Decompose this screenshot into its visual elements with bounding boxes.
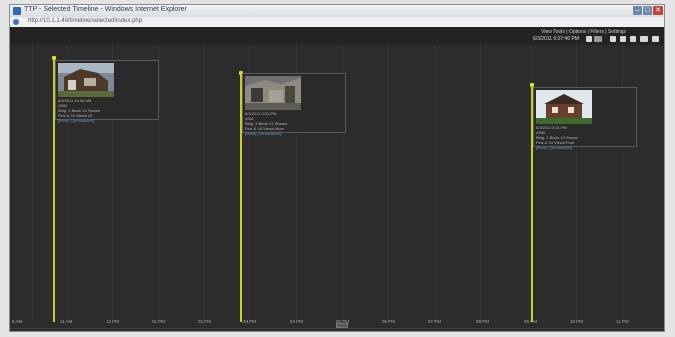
event-card[interactable]: 6/3/2011 8:11 PM 4968 Bldg. 2 Block 19 S… (533, 87, 637, 150)
back-icon[interactable] (13, 19, 19, 25)
close-button[interactable]: ✕ (653, 6, 663, 15)
event-thumbnail[interactable] (245, 76, 301, 110)
browser-window: TTP - Selected Timeline - Windows Intern… (9, 4, 665, 332)
forward-icon[interactable] (630, 36, 636, 42)
event-link[interactable]: [More] | [Annotation] (58, 118, 100, 123)
axis-label: 02 PM (198, 319, 212, 324)
axis-label: 06 PM (382, 319, 396, 324)
url-field[interactable]: http://10.1.1.40/timeline/selected/index… (28, 18, 142, 24)
list-icon[interactable] (640, 36, 648, 42)
zoom-in-icon[interactable] (586, 36, 592, 42)
event-meta: 6/3/2011 10:06 AM 4960 Bldg. 1 Block 24 … (58, 98, 101, 123)
event-card[interactable]: 6/3/2011 10:06 AM 4960 Bldg. 1 Block 24 … (55, 60, 159, 123)
toolbar-links[interactable]: View Tools | Options | Filters | Setting… (541, 29, 626, 35)
event-thumbnail[interactable] (58, 63, 114, 97)
maximize-button[interactable]: □ (643, 6, 652, 15)
axis-label: 03 PM (243, 319, 257, 324)
event-thumbnail[interactable] (536, 90, 592, 124)
ie-icon (13, 7, 21, 15)
event-link[interactable]: [More] | [Annotation] (245, 131, 287, 136)
event-card[interactable]: 6/3/2011 2:01 PM 4961 Bldg. 3 Block 11 S… (242, 73, 346, 136)
menu-icon[interactable] (652, 36, 659, 42)
current-datetime: 6/3/2011 6:07:40 PM (532, 36, 579, 42)
axis-label: 07 PM (428, 319, 442, 324)
timeline-panel: 6/3/2011 10:06 AM 4960 Bldg. 1 Block 24 … (10, 45, 664, 331)
minimize-button[interactable]: – (633, 6, 642, 15)
axis-label: 12 PM (106, 319, 120, 324)
event-link[interactable]: [More] | [Annotation] (536, 145, 578, 150)
time-axis: 9 AM 11 AM 12 PM 01 PM 02 PM 03 PM 04 PM… (10, 319, 664, 329)
axis-label: 11 PM (616, 319, 629, 324)
axis-label: 11 AM (60, 319, 73, 324)
zoom-out-icon[interactable] (594, 36, 602, 42)
event-meta: 6/3/2011 2:01 PM 4961 Bldg. 3 Block 11 S… (245, 111, 287, 136)
axis-label: 9 AM (12, 319, 23, 324)
axis-label: 09 PM (524, 319, 538, 324)
app-toolbar: View Tools | Options | Filters | Setting… (10, 27, 664, 45)
axis-label: 04 PM (290, 319, 304, 324)
rewind-icon[interactable] (610, 36, 616, 42)
axis-label: 01 PM (152, 319, 166, 324)
window-title: TTP - Selected Timeline - Windows Intern… (24, 6, 187, 13)
axis-label: 10 PM (570, 319, 584, 324)
timeline-scroll-handle[interactable] (336, 323, 348, 328)
event-meta: 6/3/2011 8:11 PM 4968 Bldg. 2 Block 19 S… (536, 125, 579, 150)
axis-label: 08 PM (476, 319, 490, 324)
play-icon[interactable] (620, 36, 626, 42)
